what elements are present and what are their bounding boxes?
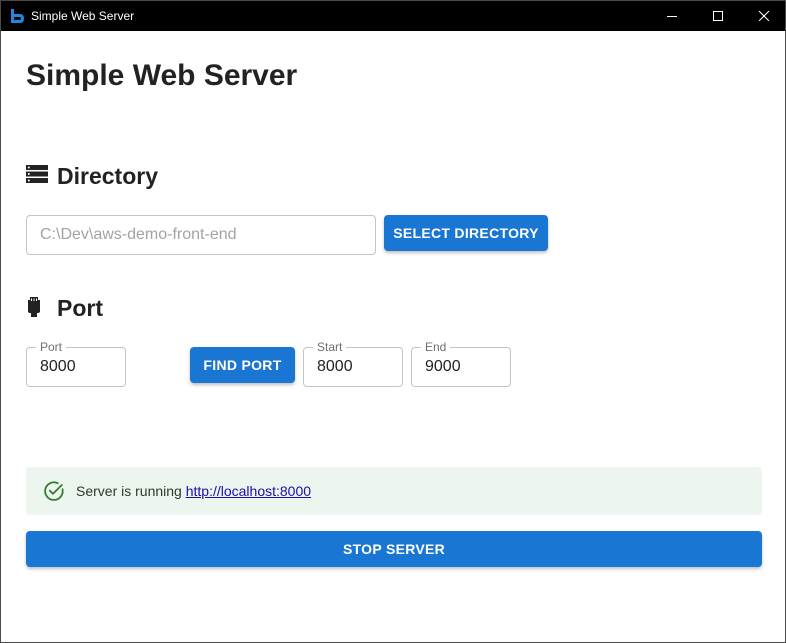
server-status-alert: Server is running http://localhost:8000 [26,467,762,515]
status-text: Server is running [76,483,182,499]
status-message: Server is running http://localhost:8000 [76,483,311,499]
start-field-value: 8000 [317,358,353,375]
server-url-link[interactable]: http://localhost:8000 [186,483,311,499]
port-heading-label: Port [57,295,103,321]
end-port-field[interactable]: End 9000 [411,340,511,387]
check-circle-icon [43,480,65,507]
stop-server-button[interactable]: STOP SERVER [26,531,762,567]
ethernet-plug-icon [26,297,42,324]
select-directory-button[interactable]: SELECT DIRECTORY [384,215,548,251]
server-stack-icon [26,165,48,188]
page-title: Simple Web Server [26,59,298,92]
title-bar[interactable]: Simple Web Server [1,1,785,31]
window-title: Simple Web Server [31,9,135,23]
close-button[interactable] [741,1,786,31]
port-field-value: 8000 [40,358,76,375]
main-content: Simple Web Server Directory SELECT DIREC… [1,31,785,642]
start-field-label: Start [313,340,347,354]
app-logo-icon [9,8,25,24]
app-window: Simple Web Server Simple Web Server Dire… [0,0,786,643]
start-port-field[interactable]: Start 8000 [303,340,403,387]
end-field-value: 9000 [425,358,461,375]
find-port-button[interactable]: FIND PORT [190,347,295,383]
end-field-label: End [421,340,451,354]
directory-heading-label: Directory [57,163,158,189]
port-field[interactable]: Port 8000 [26,340,126,387]
minimize-icon [667,16,677,17]
maximize-icon [713,11,723,21]
port-field-label: Port [36,340,67,354]
maximize-button[interactable] [695,1,741,31]
minimize-button[interactable] [649,1,695,31]
close-icon [759,11,769,21]
directory-path-input[interactable] [26,215,376,255]
